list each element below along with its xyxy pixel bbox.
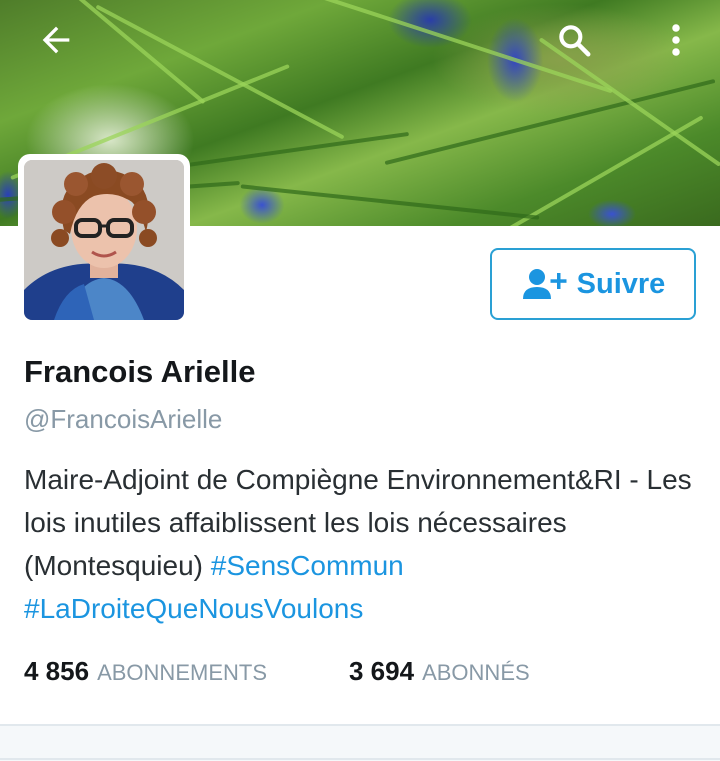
- follow-button[interactable]: Suivre: [490, 248, 696, 320]
- profile-stats: 4 856 ABONNEMENTS 3 694 ABONNÉS: [24, 656, 530, 687]
- avatar-photo: [24, 160, 184, 320]
- bottom-divider: [0, 758, 720, 760]
- search-icon: [559, 25, 591, 57]
- followers-label: ABONNÉS: [422, 660, 530, 685]
- more-options-button[interactable]: [650, 14, 702, 66]
- avatar[interactable]: [18, 154, 190, 326]
- arrow-left-icon: [42, 26, 70, 54]
- profile-bio: Maire-Adjoint de Compiègne Environnement…: [24, 458, 714, 630]
- followers-stat[interactable]: 3 694 ABONNÉS: [349, 656, 530, 687]
- profile-handle: @FrancoisArielle: [24, 404, 223, 434]
- follow-button-label: Suivre: [576, 267, 666, 300]
- followers-count: 3 694: [349, 656, 415, 686]
- search-button[interactable]: [548, 14, 600, 66]
- following-count: 4 856: [24, 656, 90, 686]
- bottom-strip: [0, 726, 720, 761]
- add-user-icon: [522, 269, 567, 299]
- back-button[interactable]: [30, 14, 82, 66]
- hashtag-senscommun[interactable]: #SensCommun: [211, 550, 404, 581]
- profile-name: Francois Arielle: [24, 354, 256, 389]
- following-label: ABONNEMENTS: [97, 660, 267, 685]
- more-vertical-icon: [672, 24, 680, 56]
- following-stat[interactable]: 4 856 ABONNEMENTS: [24, 656, 267, 687]
- hashtag-ladroitequenousvoulons[interactable]: #LaDroiteQueNousVoulons: [24, 593, 363, 624]
